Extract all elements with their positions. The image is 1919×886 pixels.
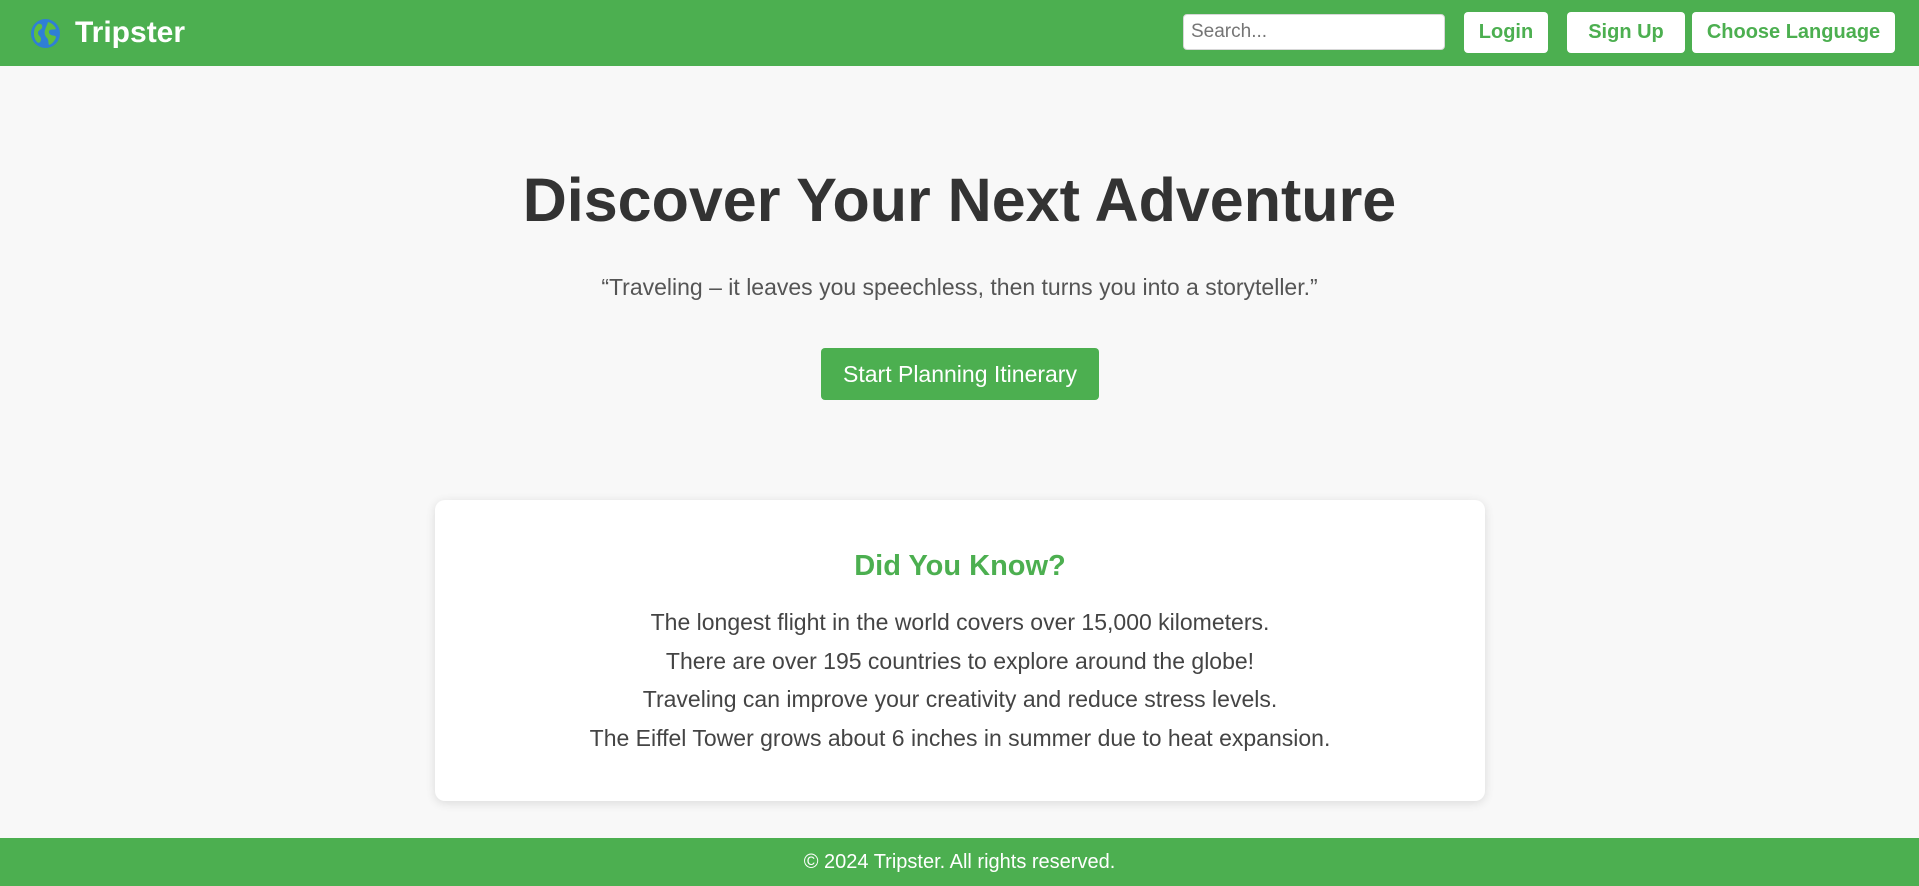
fact-item: There are over 195 countries to explore … xyxy=(665,647,1255,674)
login-button[interactable]: Login xyxy=(1464,12,1548,53)
hero-title: Discover Your Next Adventure xyxy=(522,166,1397,234)
hero-quote: “Traveling – it leaves you speechless, t… xyxy=(601,274,1318,300)
did-you-know-card: Did You Know? The longest flight in the … xyxy=(435,500,1485,801)
fact-item: The longest flight in the world covers o… xyxy=(650,609,1270,635)
globe-icon xyxy=(30,18,61,49)
footer-copyright: © 2024 Tripster. All rights reserved. xyxy=(803,851,1116,873)
choose-language-button[interactable]: Choose Language xyxy=(1692,12,1895,53)
brand-logo[interactable]: Tripster xyxy=(30,14,185,52)
top-navigation-bar: Tripster Login Sign Up Choose Language xyxy=(0,0,1919,66)
start-planning-itinerary-button[interactable]: Start Planning Itinerary xyxy=(821,348,1099,400)
did-you-know-heading: Did You Know? xyxy=(854,550,1066,582)
fact-item: Traveling can improve your creativity an… xyxy=(642,686,1278,712)
sign-up-button[interactable]: Sign Up xyxy=(1567,12,1685,53)
fact-item: The Eiffel Tower grows about 6 inches in… xyxy=(589,724,1331,751)
search-input[interactable] xyxy=(1183,14,1445,50)
facts-list: The longest flight in the world covers o… xyxy=(435,603,1485,757)
brand-name: Tripster xyxy=(75,16,186,49)
footer: © 2024 Tripster. All rights reserved. xyxy=(0,838,1919,886)
